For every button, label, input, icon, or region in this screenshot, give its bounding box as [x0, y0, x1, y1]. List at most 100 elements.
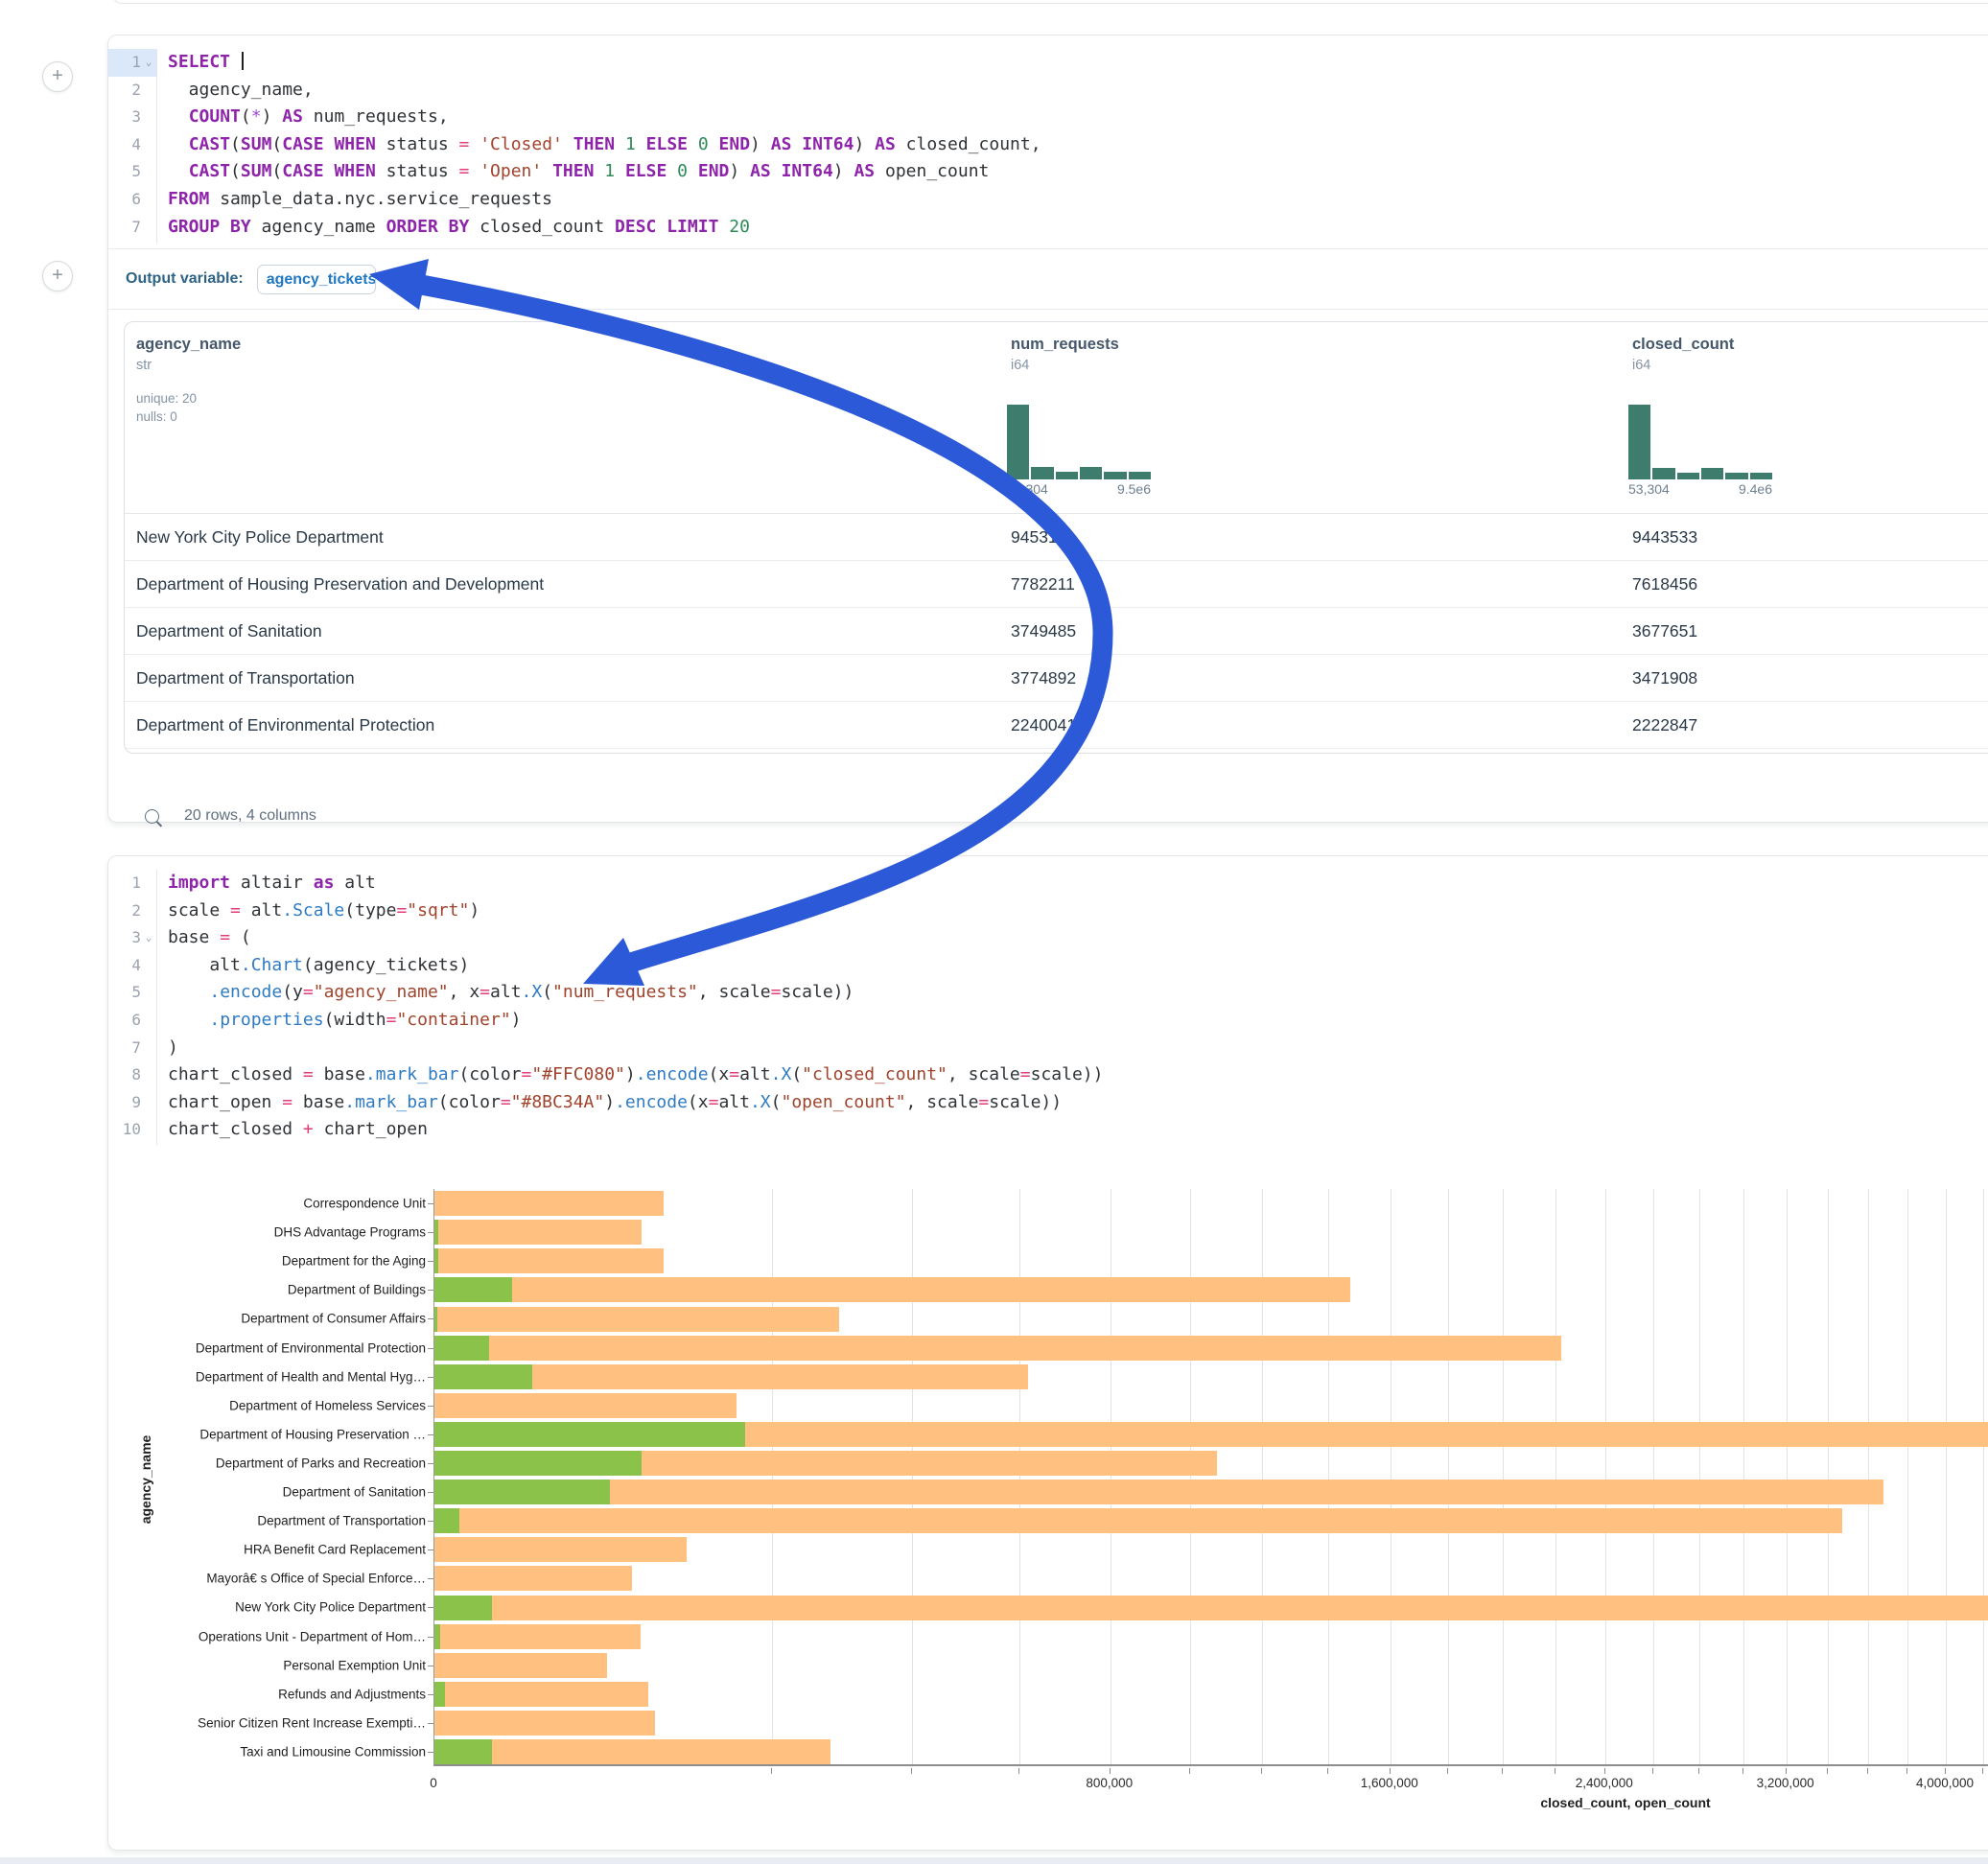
line-number: 1: [108, 49, 141, 77]
code-line[interactable]: 2 agency_name,: [108, 77, 1988, 105]
code-text[interactable]: SELECT: [156, 49, 244, 77]
table-row[interactable]: Department of Environmental Protection22…: [125, 702, 1988, 749]
code-fold-chevron-icon[interactable]: ⌄: [141, 924, 156, 952]
code-token: alt: [334, 873, 375, 893]
code-text[interactable]: alt.Chart(agency_tickets): [156, 952, 469, 980]
column-header-num_requests[interactable]: num_requestsi64: [1011, 322, 1119, 373]
code-text[interactable]: chart_closed = base.mark_bar(color="#FFC…: [156, 1061, 1103, 1089]
code-token: ): [854, 134, 875, 154]
table-cell: 3471908: [1632, 655, 1697, 702]
histogram-max-label: 9.5e6: [1117, 481, 1151, 497]
code-token: status: [376, 161, 459, 181]
table-row[interactable]: Department of Housing Preservation and D…: [125, 561, 1988, 608]
code-token: sample_data.nyc.service_requests: [209, 189, 552, 209]
code-token: =: [479, 982, 490, 1002]
code-text[interactable]: import altair as alt: [156, 870, 376, 897]
line-number: 7: [108, 1035, 141, 1062]
code-text[interactable]: scale = alt.Scale(type="sqrt"): [156, 897, 479, 925]
code-line[interactable]: 6 .properties(width="container"): [108, 1007, 1988, 1035]
code-text[interactable]: ): [156, 1035, 178, 1062]
code-line[interactable]: 4 alt.Chart(agency_tickets): [108, 952, 1988, 980]
code-line[interactable]: 9chart_open = base.mark_bar(color="#8BC3…: [108, 1089, 1988, 1117]
bar-open_count: [434, 1451, 642, 1476]
line-number-gutter: 2: [108, 897, 156, 925]
column-header-agency_name[interactable]: agency_namestr: [136, 322, 241, 373]
histogram-bar: [1701, 468, 1723, 479]
add-cell-button[interactable]: +: [42, 61, 73, 92]
bar-closed_count: [434, 1653, 607, 1678]
code-token: +: [303, 1119, 314, 1139]
code-text[interactable]: CAST(SUM(CASE WHEN status = 'Open' THEN …: [156, 158, 989, 186]
code-line[interactable]: 2scale = alt.Scale(type="sqrt"): [108, 897, 1988, 925]
code-line[interactable]: 8chart_closed = base.mark_bar(color="#FF…: [108, 1061, 1988, 1089]
code-token: =: [522, 1064, 532, 1084]
code-line[interactable]: 4 CAST(SUM(CASE WHEN status = 'Closed' T…: [108, 131, 1988, 159]
code-text[interactable]: FROM sample_data.nyc.service_requests: [156, 186, 552, 214]
column-histogram: [1628, 405, 1772, 479]
sql-code-editor[interactable]: 1⌄SELECT 2 agency_name,3 COUNT(*) AS num…: [108, 49, 1988, 241]
x-axis-tick: [1786, 1768, 1787, 1774]
code-line[interactable]: 5 CAST(SUM(CASE WHEN status = 'Open' THE…: [108, 158, 1988, 186]
code-line[interactable]: 1import altair as alt: [108, 870, 1988, 897]
code-token: , x: [449, 982, 480, 1002]
x-axis-tick: [1906, 1768, 1907, 1774]
line-number: 3: [108, 104, 141, 131]
code-text[interactable]: GROUP BY agency_name ORDER BY closed_cou…: [156, 214, 750, 242]
table-row[interactable]: Department of Sanitation37494853677651: [125, 608, 1988, 655]
code-line[interactable]: 7GROUP BY agency_name ORDER BY closed_co…: [108, 214, 1988, 242]
fold-spacer: [141, 1007, 156, 1035]
output-variable-pill[interactable]: agency_tickets: [257, 265, 376, 294]
code-line[interactable]: 3⌄base = (: [108, 924, 1988, 952]
column-header-closed_count[interactable]: closed_counti64: [1632, 322, 1734, 373]
code-text[interactable]: chart_open = base.mark_bar(color="#8BC34…: [156, 1089, 1062, 1117]
table-row[interactable]: New York City Police Department945313194…: [125, 514, 1988, 561]
gridline: [1868, 1189, 1869, 1764]
histogram-bar: [1056, 472, 1078, 479]
code-line[interactable]: 1⌄SELECT: [108, 49, 1988, 77]
bar-open_count: [434, 1220, 438, 1245]
x-axis-tick: [1604, 1768, 1605, 1774]
x-axis-tick: [1827, 1768, 1828, 1774]
gridline: [1907, 1189, 1908, 1764]
bar-open_count: [434, 1739, 492, 1764]
code-text[interactable]: chart_closed + chart_open: [156, 1116, 428, 1144]
code-text[interactable]: COUNT(*) AS num_requests,: [156, 104, 449, 131]
y-tick-label: Department of Sanitation: [138, 1485, 426, 1500]
code-line[interactable]: 5 .encode(y="agency_name", x=alt.X("num_…: [108, 979, 1988, 1007]
code-text[interactable]: base = (: [156, 924, 251, 952]
code-text[interactable]: CAST(SUM(CASE WHEN status = 'Closed' THE…: [156, 131, 1041, 159]
code-text[interactable]: .encode(y="agency_name", x=alt.X("num_re…: [156, 979, 854, 1007]
bar-closed_count: [434, 1191, 664, 1216]
y-axis-tick: [428, 1694, 433, 1695]
code-token: .mark_bar: [365, 1064, 459, 1084]
gridline: [1503, 1189, 1504, 1764]
table-row[interactable]: Department of Transportation377489234719…: [125, 655, 1988, 702]
code-token: [469, 134, 479, 154]
add-block-button[interactable]: +: [42, 261, 73, 291]
code-token: .Chart: [241, 955, 303, 975]
y-tick-label: Department of Health and Mental Hyg…: [138, 1369, 426, 1384]
y-axis-tick: [428, 1607, 433, 1608]
y-tick-label: Department of Housing Preservation …: [138, 1427, 426, 1441]
histogram-range-labels: 53,3049.5e6: [1007, 481, 1151, 497]
code-text[interactable]: .properties(width="container"): [156, 1007, 522, 1035]
code-token: ): [729, 161, 750, 181]
histogram-bar: [1750, 473, 1772, 479]
code-token: (: [230, 161, 241, 181]
x-axis-tick: [1189, 1768, 1190, 1774]
code-token: [594, 161, 604, 181]
code-text[interactable]: agency_name,: [156, 77, 314, 105]
python-code-editor[interactable]: 1import altair as alt2scale = alt.Scale(…: [108, 870, 1988, 1144]
x-axis-tick: [1502, 1768, 1503, 1774]
code-fold-chevron-icon[interactable]: ⌄: [141, 49, 156, 77]
code-token: (: [542, 982, 552, 1002]
search-icon[interactable]: [145, 809, 159, 824]
code-token: .encode: [209, 982, 282, 1002]
code-line[interactable]: 10chart_closed + chart_open: [108, 1116, 1988, 1144]
code-line[interactable]: 3 COUNT(*) AS num_requests,: [108, 104, 1988, 131]
code-token: =: [396, 900, 407, 920]
code-line[interactable]: 6FROM sample_data.nyc.service_requests: [108, 186, 1988, 214]
code-line[interactable]: 7): [108, 1035, 1988, 1062]
output-variable-bar: Output variable: agency_tickets: [108, 248, 1988, 310]
histogram-range-labels: 53,3049.4e6: [1628, 481, 1772, 497]
